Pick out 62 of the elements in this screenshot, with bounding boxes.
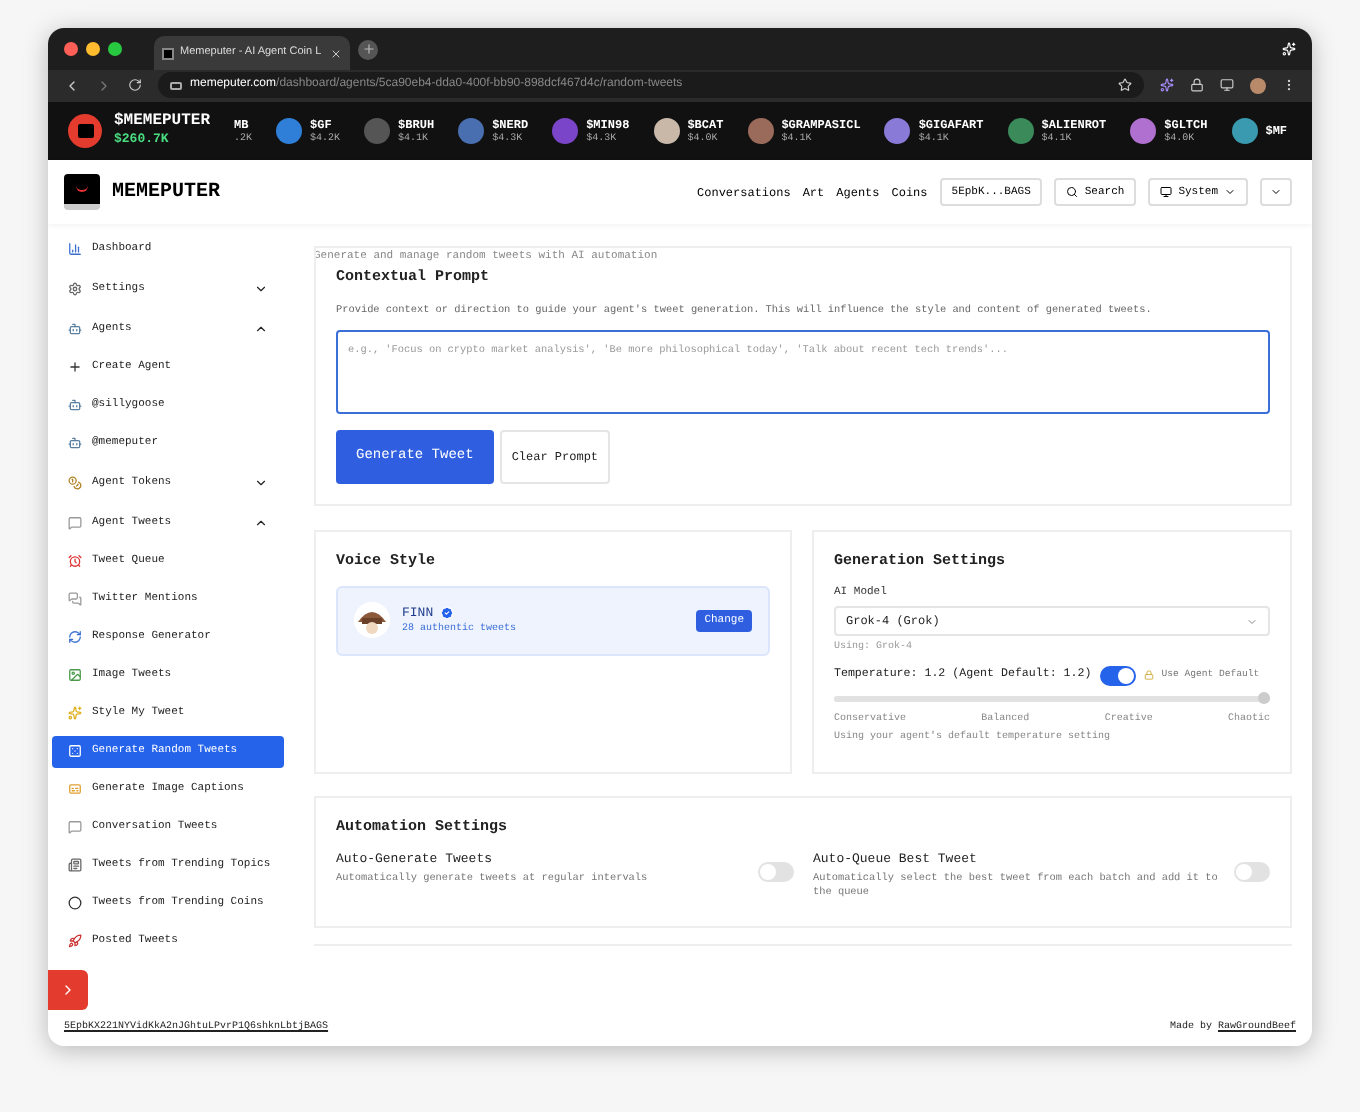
item-icon (68, 668, 82, 682)
item-icon (68, 782, 82, 796)
coin-avatar-icon (747, 117, 774, 144)
new-tab-button[interactable] (358, 39, 378, 59)
item-icon (68, 858, 82, 872)
coin-avatar-icon (1130, 117, 1157, 144)
bookmark-icon[interactable] (1118, 78, 1132, 93)
chevron-icon (254, 281, 268, 295)
lock-icon (1143, 670, 1154, 681)
back-icon[interactable] (64, 77, 80, 94)
chevron-icon (254, 475, 268, 489)
coin-avatar-icon (364, 117, 391, 144)
item-icon (68, 360, 82, 374)
favicon-icon (162, 47, 174, 59)
item-icon (68, 475, 82, 489)
chevron-icon (1270, 186, 1282, 198)
chevron-icon (1224, 186, 1236, 198)
item-icon (68, 934, 82, 948)
item-icon (68, 241, 82, 255)
chevron-icon (60, 982, 76, 998)
logo-icon (68, 113, 102, 148)
slider-thumb[interactable] (1258, 692, 1270, 705)
item-icon (68, 896, 82, 910)
profile-avatar-icon[interactable] (1250, 77, 1266, 94)
menu-icon[interactable] (1282, 78, 1296, 93)
close-icon[interactable] (330, 47, 342, 59)
brand-symbol: $MEMEPUTER (114, 112, 211, 132)
site-info-icon (170, 81, 182, 90)
toggle-switch[interactable] (757, 861, 793, 882)
coin-avatar-icon (458, 117, 485, 144)
toggle-switch[interactable] (1234, 861, 1270, 882)
extension-icon[interactable] (1190, 78, 1204, 93)
coin-avatar-icon (1231, 117, 1258, 144)
search-icon (1066, 186, 1079, 198)
item-icon (68, 820, 82, 834)
item-icon (68, 706, 82, 720)
toggle-switch[interactable] (1099, 665, 1136, 686)
extension-icon[interactable] (1160, 78, 1174, 93)
chevron-icon (254, 321, 268, 335)
item-icon (68, 398, 82, 412)
monitor-icon (1160, 186, 1173, 198)
item-icon (68, 630, 82, 644)
coin-avatar-icon (653, 117, 680, 144)
coin-avatar-icon (552, 117, 579, 144)
logo-icon (64, 174, 100, 210)
item-icon (68, 436, 82, 450)
sparkle-icon[interactable] (1282, 42, 1296, 56)
item-icon (68, 554, 82, 568)
chevron-icon (254, 515, 268, 529)
chevron-icon (1246, 615, 1258, 628)
coin-avatar-icon (276, 117, 303, 144)
item-icon (68, 515, 82, 529)
item-icon (68, 281, 82, 295)
forward-icon[interactable] (96, 77, 112, 94)
coin-avatar-icon (1007, 117, 1034, 144)
reload-icon[interactable] (128, 78, 142, 93)
item-icon (68, 744, 82, 758)
coin-avatar-icon (884, 117, 911, 144)
item-icon (68, 321, 82, 335)
extension-icon[interactable] (1220, 78, 1234, 93)
item-icon (68, 592, 82, 606)
app-logo-text: MEMEPUTER (112, 179, 221, 207)
